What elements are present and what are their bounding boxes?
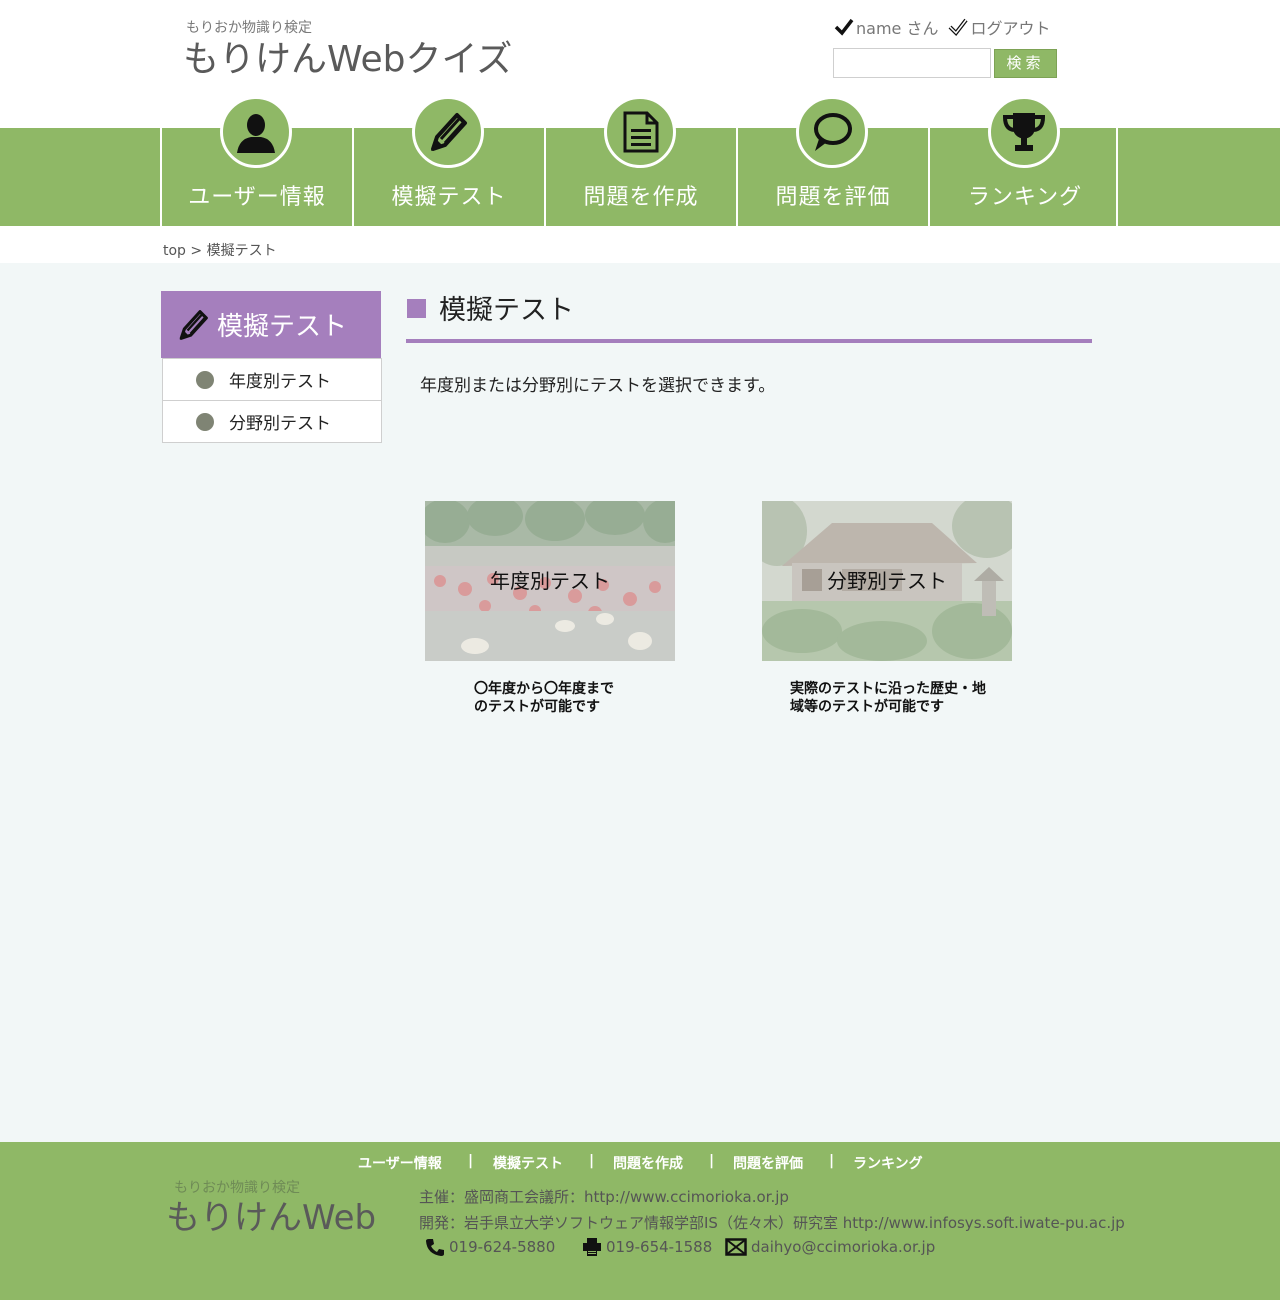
- fax-number: 019-654-1588: [606, 1238, 713, 1256]
- mail-icon: [725, 1238, 747, 1256]
- nav-icon-circle: [604, 96, 676, 168]
- nav-icon-circle: [412, 96, 484, 168]
- nav-item-mock-test[interactable]: 模擬テスト: [352, 96, 542, 226]
- sidebar-item-label: 年度別テスト: [229, 372, 331, 392]
- sidebar-title-text: 模擬テスト: [217, 312, 348, 342]
- phone-icon: [426, 1239, 444, 1256]
- pen-icon: [431, 113, 467, 151]
- document-icon: [623, 111, 659, 153]
- phone-number: 019-624-5880: [449, 1238, 556, 1256]
- pen-icon: [179, 309, 208, 340]
- nav-item-user-info[interactable]: ユーザー情報: [160, 96, 350, 226]
- sidebar-item-label: 分野別テスト: [229, 414, 331, 434]
- sidebar-item-field-test[interactable]: 分野別テスト: [162, 400, 382, 443]
- footer-link-ranking[interactable]: ランキング: [853, 1153, 923, 1173]
- title-divider: [406, 339, 1092, 343]
- printer-icon: [583, 1238, 601, 1256]
- nav-label: ランキング: [967, 185, 1083, 210]
- nav-label: 問題を評価: [775, 185, 891, 210]
- page-title: 模擬テスト: [439, 295, 574, 326]
- footer-separator: |: [829, 1153, 835, 1169]
- page-description: 年度別または分野別にテストを選択できます。: [420, 376, 776, 396]
- card-description: 実際のテストに沿った歴史・地 域等のテストが可能です: [790, 680, 986, 716]
- card-title: 分野別テスト: [827, 569, 947, 593]
- footer-link-user-info[interactable]: ユーザー情報: [358, 1153, 442, 1173]
- nav-item-evaluate-question[interactable]: 問題を評価: [736, 96, 926, 226]
- email-address[interactable]: daihyo@ccimorioka.or.jp: [751, 1238, 935, 1256]
- footer-separator: |: [709, 1153, 715, 1169]
- card-description-line: 域等のテストが可能です: [790, 699, 944, 715]
- card-title: 年度別テスト: [490, 569, 610, 593]
- nav-icon-circle: [988, 96, 1060, 168]
- card-description-line: 実際のテストに沿った歴史・地: [790, 681, 986, 697]
- site-logo[interactable]: もりけんWebクイズ: [183, 30, 512, 82]
- user-icon: [237, 114, 275, 153]
- footer-developer: 開発：岩手県立大学ソフトウェア情報学部IS（佐々木）研究室 http://www…: [419, 1214, 1125, 1232]
- field-test-card[interactable]: 分野別テスト: [762, 501, 1012, 661]
- check-icon: [834, 18, 854, 36]
- nav-icon-circle: [796, 96, 868, 168]
- speech-bubble-icon: [814, 113, 852, 151]
- search-input[interactable]: [833, 48, 991, 78]
- bullet-icon: [196, 370, 214, 389]
- footer-fax: 019-654-1588: [582, 1237, 712, 1257]
- footer-phone: 019-624-5880: [425, 1237, 555, 1257]
- user-name-link[interactable]: name さん: [856, 15, 938, 39]
- card-description-line: 〇年度から〇年度まで: [474, 681, 614, 697]
- main-nav: ユーザー情報 模擬テスト 問題を作成 問題を評価 ランキング: [0, 96, 1280, 226]
- card-description-line: のテストが可能です: [474, 699, 600, 715]
- nav-label: 模擬テスト: [391, 185, 507, 210]
- bullet-icon: [196, 412, 214, 431]
- footer-separator: |: [589, 1153, 595, 1169]
- sidebar-title: 模擬テスト: [161, 291, 381, 358]
- footer-link-evaluate-question[interactable]: 問題を評価: [733, 1153, 803, 1173]
- yearly-test-card[interactable]: 年度別テスト: [425, 501, 675, 661]
- footer-email: daihyo@ccimorioka.or.jp: [725, 1237, 935, 1257]
- title-marker: [407, 299, 426, 318]
- nav-icon-circle: [220, 96, 292, 168]
- nav-label: 問題を作成: [583, 185, 699, 210]
- nav-item-create-question[interactable]: 問題を作成: [544, 96, 734, 226]
- footer-logo: もりけんWeb: [166, 1198, 377, 1238]
- logout-link[interactable]: ログアウト: [970, 15, 1050, 39]
- sidebar-item-yearly-test[interactable]: 年度別テスト: [162, 358, 382, 401]
- check-outline-icon: [949, 18, 969, 37]
- trophy-icon: [1002, 113, 1046, 151]
- footer-link-mock-test[interactable]: 模擬テスト: [493, 1153, 563, 1173]
- card-description: 〇年度から〇年度まで のテストが可能です: [474, 680, 614, 716]
- footer-link-create-question[interactable]: 問題を作成: [613, 1153, 683, 1173]
- breadcrumb-bar: top > 模擬テスト: [0, 226, 1280, 263]
- footer: ユーザー情報 | 模擬テスト | 問題を作成 | 問題を評価 | ランキング も…: [0, 1142, 1280, 1300]
- footer-separator: |: [468, 1153, 474, 1169]
- footer-host: 主催：盛岡商工会議所：http://www.ccimorioka.or.jp: [419, 1188, 789, 1206]
- search-button[interactable]: 検索: [994, 49, 1057, 78]
- nav-label: ユーザー情報: [188, 185, 326, 210]
- breadcrumb[interactable]: top > 模擬テスト: [163, 240, 277, 260]
- nav-item-ranking[interactable]: ランキング: [928, 96, 1118, 226]
- user-links: name さん ログアウト: [834, 15, 1050, 39]
